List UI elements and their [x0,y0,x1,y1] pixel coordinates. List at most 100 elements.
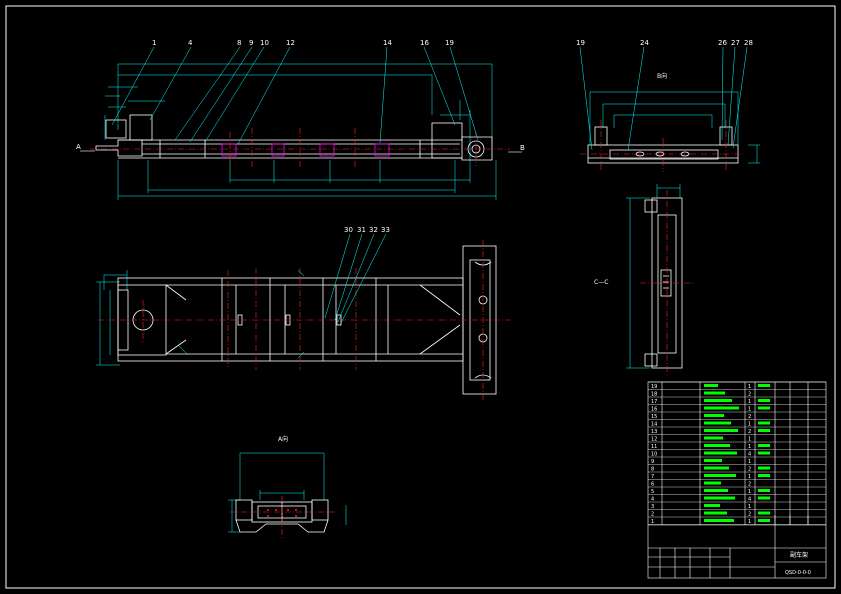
callout-31: 31 [357,226,366,234]
table-quantity: 1 [748,444,751,450]
table-quantity: 1 [748,384,751,390]
section-c-centerlines [640,190,694,376]
section-c-view: C—C [594,184,694,376]
plan-callout-numbers: 30 31 32 33 [344,226,390,234]
table-part-name-mark [704,451,737,455]
table-item-number: 5 [651,489,654,495]
drawing-sheet: 1 4 8 9 10 12 14 16 19 A B B向 19 24 26 2… [5,5,836,589]
table-quantity: 1 [748,504,751,510]
callout-32: 32 [369,226,378,234]
table-item-number: 19 [651,384,657,390]
table-quantity: 1 [748,422,751,428]
table-quantity: 2 [748,392,751,398]
table-part-name-mark [704,459,722,462]
table-quantity: 2 [748,429,751,435]
callout-19: 19 [445,39,454,47]
callout-27: 27 [731,39,740,47]
side-dimensions [589,91,760,164]
table-item-number: 13 [651,429,657,435]
plan-dimensions [96,270,128,366]
table-part-name-mark [704,421,731,425]
callout-19-side: 19 [576,39,585,47]
table-material-mark [758,451,770,455]
callout-14: 14 [383,39,392,47]
table-quantity: 4 [748,497,751,503]
table-part-name-mark [704,466,729,470]
table-part-name-mark [704,436,723,440]
callout-33: 33 [381,226,390,234]
table-part-name-mark [704,489,728,492]
callout-28: 28 [744,39,753,47]
parts-list-table: 19181716151413121110987654321 1211212114… [647,381,827,579]
table-quantity: 1 [748,407,751,413]
callout-8: 8 [237,39,241,47]
front-centerlines [90,128,510,168]
table-part-name-mark [704,429,738,432]
table-item-number: 7 [651,474,654,480]
front-callout-numbers: 1 4 8 9 10 12 14 16 19 [152,39,454,47]
table-part-name-mark [704,496,735,500]
table-part-name-mark [704,504,720,507]
table-part-name-mark [704,391,725,395]
section-arrow-b: B [520,144,525,152]
side-leaders [579,46,748,151]
table-item-number: 12 [651,437,657,443]
a-view-label: A向 [278,435,288,443]
front-outline [95,114,493,161]
table-item-number: 14 [651,422,657,428]
callout-30: 30 [344,226,353,234]
title-block-code: QSD-0-0-0 [785,570,811,576]
front-leaders [111,46,479,145]
table-quantities: 1211212114121214121 [748,384,751,525]
callout-10: 10 [260,39,269,47]
a-view: A向 [228,435,347,538]
title-block-name: 副车架 [790,551,808,559]
table-part-name-mark [704,474,736,477]
table-item-number: 1 [651,519,654,525]
callout-9: 9 [249,39,253,47]
table-item-number: 16 [651,407,657,413]
front-view: 1 4 8 9 10 12 14 16 19 A B [76,39,525,200]
plan-leaders [177,233,387,359]
table-item-number: 15 [651,414,657,420]
table-material-mark [758,496,770,500]
table-item-number: 4 [651,497,654,503]
table-quantity: 1 [748,474,751,480]
table-material-mark [758,474,770,477]
table-quantity: 4 [748,452,751,458]
table-item-number: 18 [651,392,657,398]
c-section-label: C—C [594,279,608,286]
table-part-name-mark [704,444,730,447]
side-view-b: B向 19 24 26 27 28 [576,39,760,172]
table-item-number: 9 [651,459,654,465]
table-material-mark [758,384,770,387]
table-quantity: 1 [748,519,751,525]
table-part-name-mark [704,384,718,387]
b-view-label: B向 [657,72,667,80]
table-part-name-mark [704,481,721,485]
table-quantity: 1 [748,399,751,405]
section-arrow-a: A [76,143,81,151]
sheet-border [5,5,836,589]
table-item-number: 6 [651,482,654,488]
table-material-mark [758,399,770,402]
table-quantity: 1 [748,437,751,443]
table-material-mark [758,444,770,447]
table-part-name-mark [704,399,732,402]
table-part-name-mark [704,406,739,410]
table-item-number: 17 [651,399,657,405]
plan-centerlines [98,240,510,400]
callout-4: 4 [188,39,193,47]
callout-12: 12 [286,39,295,47]
table-material-mark [758,489,770,492]
table-item-numbers: 19 1817 1615 1413 1211 109 87 65 43 21 [651,384,657,525]
callout-24: 24 [640,39,649,47]
table-quantity: 2 [748,482,751,488]
table-quantity: 2 [748,467,751,473]
table-green-entries [704,384,770,522]
table-item-number: 8 [651,467,654,473]
table-part-name-mark [704,414,724,417]
callout-16: 16 [420,39,429,47]
table-quantity: 1 [748,459,751,465]
table-part-name-mark [704,519,734,522]
